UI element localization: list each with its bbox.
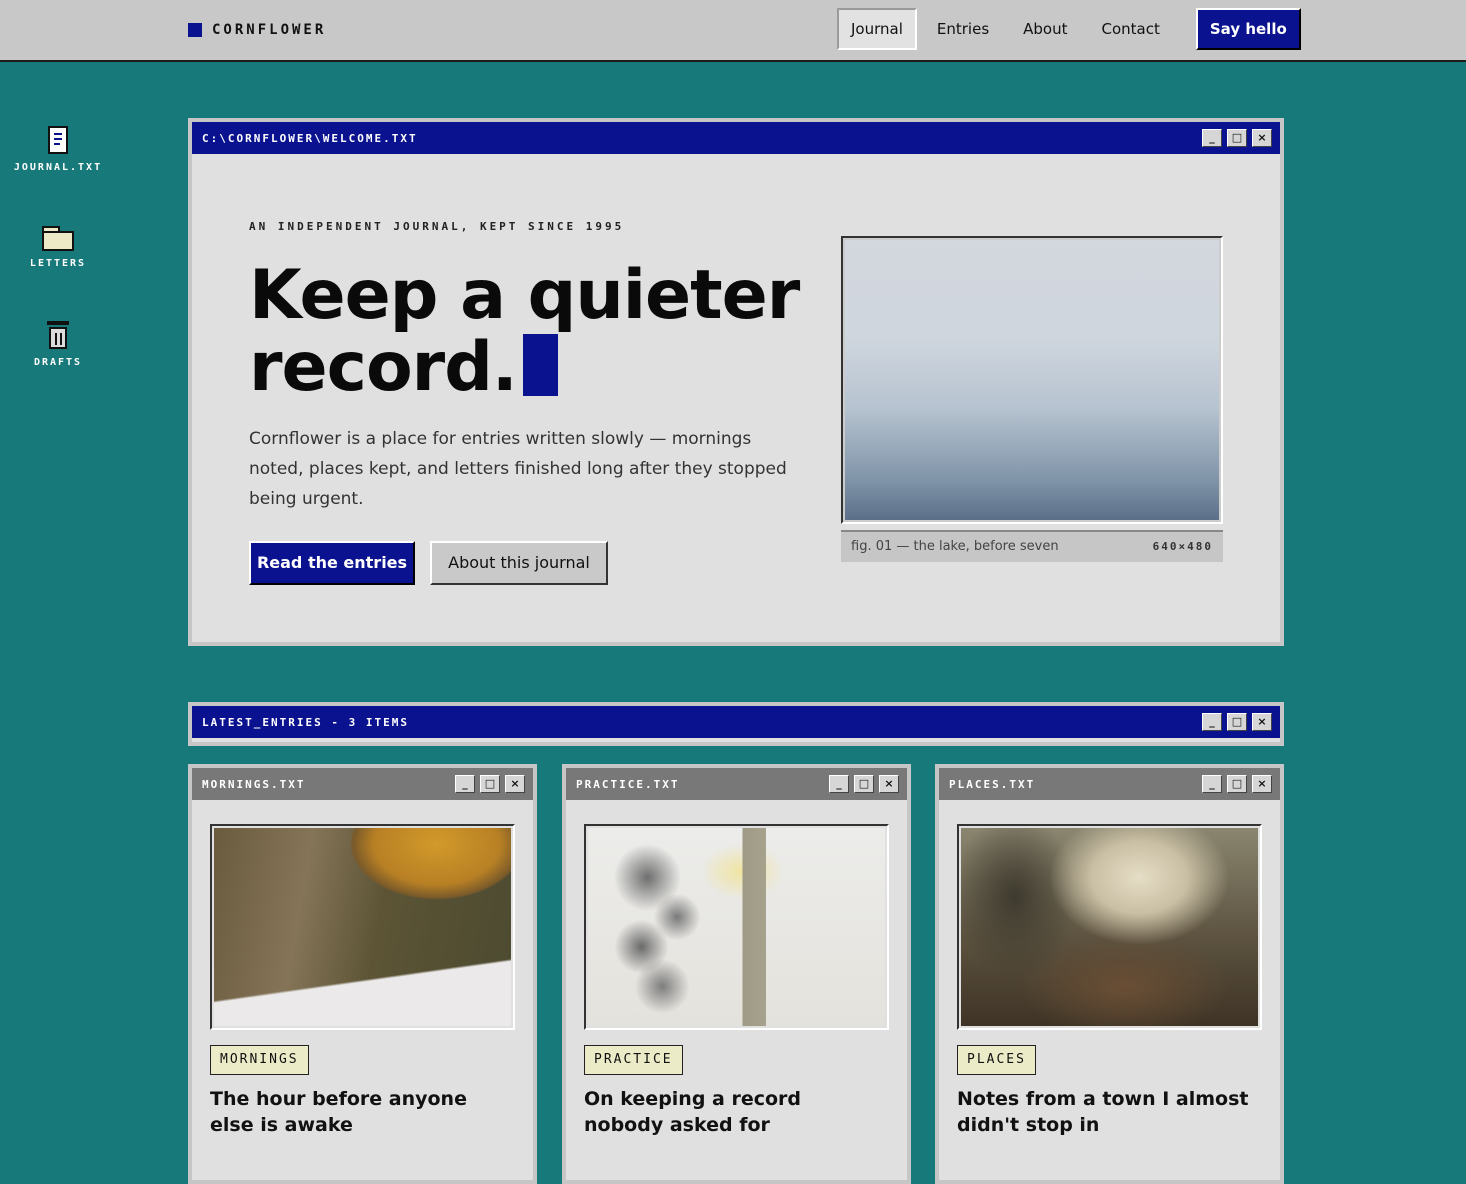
lake-image (845, 240, 1219, 520)
desktop-icon-journal[interactable]: JOURNAL.TXT (3, 126, 113, 173)
minimize-button[interactable]: _ (455, 775, 475, 793)
figure-caption-bar: fig. 01 — the lake, before seven 640×480 (841, 530, 1223, 562)
main-nav: Journal Entries About Contact Say hello (837, 8, 1301, 50)
top-navbar: CORNFLOWER Journal Entries About Contact… (0, 0, 1466, 62)
latest-entries-window: LATEST_ENTRIES - 3 ITEMS _ □ × (188, 702, 1284, 746)
brand-square-icon (188, 23, 202, 37)
window-titlebar[interactable]: PLACES.TXT _ □ × (939, 768, 1280, 800)
hero-figure (841, 236, 1223, 524)
close-button[interactable]: × (1252, 129, 1272, 147)
window-titlebar[interactable]: LATEST_ENTRIES - 3 ITEMS _ □ × (192, 706, 1280, 738)
trash-icon (47, 321, 69, 349)
hero-window: C:\CORNFLOWER\WELCOME.TXT _ □ × AN INDEP… (188, 118, 1284, 646)
minimize-button[interactable]: _ (1202, 713, 1222, 731)
hero-eyebrow: AN INDEPENDENT JOURNAL, KEPT SINCE 1995 (249, 220, 625, 233)
desktop-icon-letters[interactable]: LETTERS (3, 226, 113, 269)
brand-logo[interactable]: CORNFLOWER (188, 22, 326, 38)
hero-title: Keep a quieter record. (249, 260, 809, 404)
close-button[interactable]: × (879, 775, 899, 793)
window-titlebar[interactable]: MORNINGS.TXT _ □ × (192, 768, 533, 800)
window-titlebar[interactable]: PRACTICE.TXT _ □ × (566, 768, 907, 800)
card-file-name: MORNINGS.TXT (202, 777, 306, 791)
about-journal-button[interactable]: About this journal (430, 541, 608, 585)
entry-thumbnail[interactable] (210, 824, 515, 1030)
nav-about[interactable]: About (1009, 8, 1081, 50)
entry-card[interactable]: PRACTICE.TXT _ □ × PRACTICE On keeping a… (562, 764, 911, 1184)
nav-entries[interactable]: Entries (923, 8, 1003, 50)
maximize-button[interactable]: □ (854, 775, 874, 793)
maximize-button[interactable]: □ (1227, 775, 1247, 793)
maximize-button[interactable]: □ (1227, 129, 1247, 147)
desktop-icon-label: JOURNAL.TXT (13, 162, 103, 173)
category-tag[interactable]: PLACES (957, 1045, 1036, 1075)
folder-icon (42, 226, 74, 251)
hero-title-line1: Keep a quieter (249, 256, 800, 335)
close-button[interactable]: × (1252, 713, 1272, 731)
entry-card[interactable]: MORNINGS.TXT _ □ × MORNINGS The hour bef… (188, 764, 537, 1184)
hero-description: Cornflower is a place for entries writte… (249, 429, 787, 509)
document-icon (48, 126, 68, 154)
nav-contact[interactable]: Contact (1088, 8, 1174, 50)
close-button[interactable]: × (1252, 775, 1272, 793)
minimize-button[interactable]: _ (829, 775, 849, 793)
category-tag[interactable]: PRACTICE (584, 1045, 683, 1075)
maximize-button[interactable]: □ (1227, 713, 1247, 731)
entry-title[interactable]: The hour before anyone else is awake (210, 1086, 510, 1138)
entry-card[interactable]: PLACES.TXT _ □ × PLACES Notes from a tow… (935, 764, 1284, 1184)
window-title: LATEST_ENTRIES - 3 ITEMS (202, 715, 409, 729)
desktop-icon-label: DRAFTS (33, 357, 83, 368)
desktop-icon-label: LETTERS (29, 258, 87, 269)
figure-dimensions: 640×480 (1152, 540, 1213, 553)
text-cursor (522, 334, 558, 396)
say-hello-button[interactable]: Say hello (1195, 8, 1301, 50)
category-tag[interactable]: MORNINGS (210, 1045, 309, 1075)
card-file-name: PRACTICE.TXT (576, 777, 680, 791)
brand-name: CORNFLOWER (212, 22, 327, 38)
entry-thumbnail[interactable] (957, 824, 1262, 1030)
nav-journal[interactable]: Journal (837, 8, 917, 50)
read-entries-button[interactable]: Read the entries (249, 541, 415, 585)
window-titlebar[interactable]: C:\CORNFLOWER\WELCOME.TXT _ □ × (192, 122, 1280, 154)
minimize-button[interactable]: _ (1202, 775, 1222, 793)
desktop-icon-drafts[interactable]: DRAFTS (3, 321, 113, 368)
maximize-button[interactable]: □ (480, 775, 500, 793)
card-file-name: PLACES.TXT (949, 777, 1036, 791)
entry-title[interactable]: Notes from a town I almost didn't stop i… (957, 1086, 1257, 1138)
entry-title[interactable]: On keeping a record nobody asked for (584, 1086, 884, 1138)
minimize-button[interactable]: _ (1202, 129, 1222, 147)
figure-caption: fig. 01 — the lake, before seven (851, 539, 1059, 554)
close-button[interactable]: × (505, 775, 525, 793)
window-title: C:\CORNFLOWER\WELCOME.TXT (202, 131, 418, 145)
entry-thumbnail[interactable] (584, 824, 889, 1030)
hero-title-line2: record. (249, 328, 518, 407)
